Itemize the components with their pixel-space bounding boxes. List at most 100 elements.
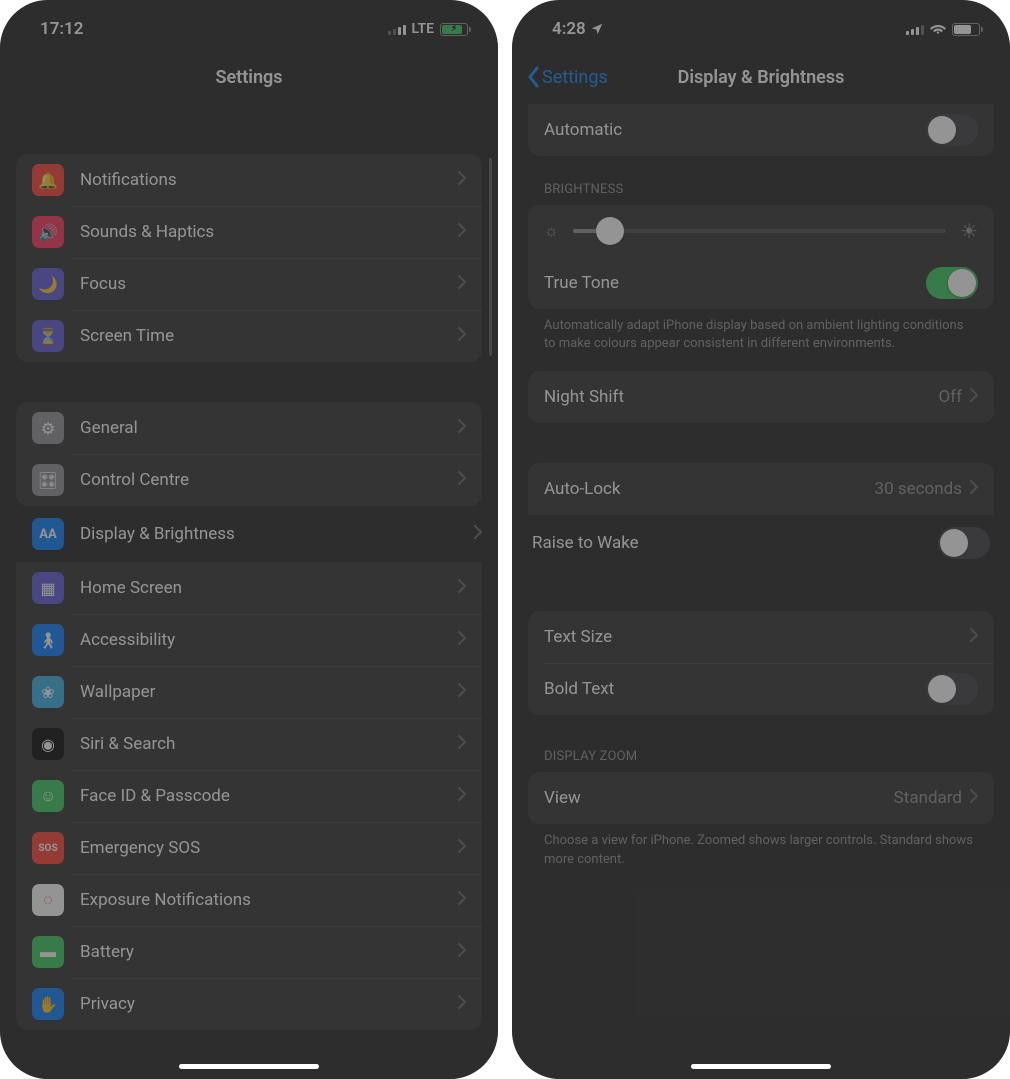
row-value: Standard [894,788,962,808]
group-autolock-top: Auto-Lock 30 seconds [528,463,994,515]
group-appearance-partial: Automatic [528,104,994,156]
row-label: Privacy [80,994,458,1014]
chevron-right-icon [458,994,466,1014]
row-faceid[interactable]: ☺︎ Face ID & Passcode [16,770,482,822]
back-label: Settings [542,67,608,88]
chevron-right-icon [458,890,466,910]
truetone-footer: Automatically adapt iPhone display based… [528,309,994,353]
row-autolock[interactable]: Auto-Lock 30 seconds [528,463,994,515]
row-exposure[interactable]: ◌ Exposure Notifications [16,874,482,926]
speaker-icon: 🔊 [32,216,64,248]
signal-icon [388,23,406,35]
status-bar: 4:28 [512,0,1010,50]
row-label: Exposure Notifications [80,890,458,910]
network-label: LTE [412,21,434,37]
home-indicator[interactable] [691,1064,831,1069]
row-wallpaper[interactable]: ❀ Wallpaper [16,666,482,718]
group-zoom: View Standard [528,772,994,824]
exposure-icon: ◌ [32,884,64,916]
moon-icon: 🌙 [32,268,64,300]
row-notifications[interactable]: 🔔 Notifications [16,154,482,206]
status-left: 4:28 [552,19,604,39]
row-sos[interactable]: SOS Emergency SOS [16,822,482,874]
battery-icon [952,23,980,36]
chevron-right-icon [458,222,466,242]
row-label: Screen Time [80,326,458,346]
row-truetone[interactable]: True Tone [528,257,994,309]
chevron-right-icon [458,470,466,490]
row-general[interactable]: ⚙︎ General [16,402,482,454]
chevron-right-icon [458,734,466,754]
row-label: Accessibility [80,630,458,650]
chevron-right-icon [458,326,466,346]
row-sounds[interactable]: 🔊 Sounds & Haptics [16,206,482,258]
aa-icon: AA [32,518,64,550]
nav-bar: Settings [0,50,498,104]
row-control-centre[interactable]: 🎛︎ Control Centre [16,454,482,506]
bell-icon: 🔔 [32,164,64,196]
back-button[interactable]: Settings [526,66,608,88]
battery-icon: ▬ [32,936,64,968]
display-content[interactable]: Automatic BRIGHTNESS ☼ ☀︎ True Tone Auto… [512,104,1010,869]
status-time: 17:12 [40,19,83,39]
row-battery[interactable]: ▬ Battery [16,926,482,978]
row-raise-to-wake[interactable]: Raise to Wake [512,515,1010,571]
slider-thumb[interactable] [596,217,624,245]
home-indicator[interactable] [179,1064,319,1069]
chevron-right-icon [970,788,978,808]
row-siri[interactable]: ◉ Siri & Search [16,718,482,770]
row-nightshift[interactable]: Night Shift Off [528,371,994,423]
row-home-screen[interactable]: ▦ Home Screen [16,562,482,614]
row-label: Night Shift [544,387,938,407]
automatic-toggle[interactable] [926,114,978,146]
settings-group-general: ⚙︎ General 🎛︎ Control Centre [16,402,482,506]
row-boldtext[interactable]: Bold Text [528,663,994,715]
row-view[interactable]: View Standard [528,772,994,824]
brightness-slider-row[interactable]: ☼ ☀︎ [528,205,994,257]
truetone-toggle[interactable] [926,267,978,299]
hourglass-icon: ⏳ [32,320,64,352]
row-value: 30 seconds [875,479,962,499]
row-label: Raise to Wake [532,533,938,553]
wifi-icon [930,23,946,35]
chevron-right-icon [970,479,978,499]
row-label: Focus [80,274,458,294]
row-privacy[interactable]: ✋ Privacy [16,978,482,1030]
row-screentime[interactable]: ⏳ Screen Time [16,310,482,362]
location-icon [590,22,604,36]
chevron-right-icon [458,786,466,806]
row-label: True Tone [544,273,926,293]
sun-small-icon: ☼ [544,221,559,241]
chevron-right-icon [970,387,978,407]
boldtext-toggle[interactable] [926,673,978,705]
row-label: Control Centre [80,470,458,490]
group-nightshift: Night Shift Off [528,371,994,423]
chevron-right-icon [458,578,466,598]
row-display-brightness[interactable]: AA Display & Brightness [0,506,498,562]
siri-icon: ◉ [32,728,64,760]
row-label: Auto-Lock [544,479,875,499]
status-bar: 17:12 LTE ⚡︎ [0,0,498,50]
row-automatic[interactable]: Automatic [528,104,994,156]
raise-to-wake-toggle[interactable] [938,527,990,559]
row-accessibility[interactable]: 🚶︎ Accessibility [16,614,482,666]
status-time: 4:28 [552,19,586,39]
row-focus[interactable]: 🌙 Focus [16,258,482,310]
battery-icon: ⚡︎ [440,23,468,36]
settings-content[interactable]: 🔔 Notifications 🔊 Sounds & Haptics 🌙 Foc… [0,154,498,1030]
zoom-header: DISPLAY ZOOM [528,749,994,772]
row-label: Sounds & Haptics [80,222,458,242]
row-label: Notifications [80,170,458,190]
chevron-right-icon [458,630,466,650]
row-label: Emergency SOS [80,838,458,858]
chevron-right-icon [458,418,466,438]
sun-large-icon: ☀︎ [960,219,978,243]
row-label: Face ID & Passcode [80,786,458,806]
grid-icon: ▦ [32,572,64,604]
brightness-slider[interactable] [573,229,946,233]
group-text: Text Size Bold Text [528,611,994,715]
row-textsize[interactable]: Text Size [528,611,994,663]
settings-group-notifications: 🔔 Notifications 🔊 Sounds & Haptics 🌙 Foc… [16,154,482,362]
row-label: General [80,418,458,438]
chevron-right-icon [458,838,466,858]
